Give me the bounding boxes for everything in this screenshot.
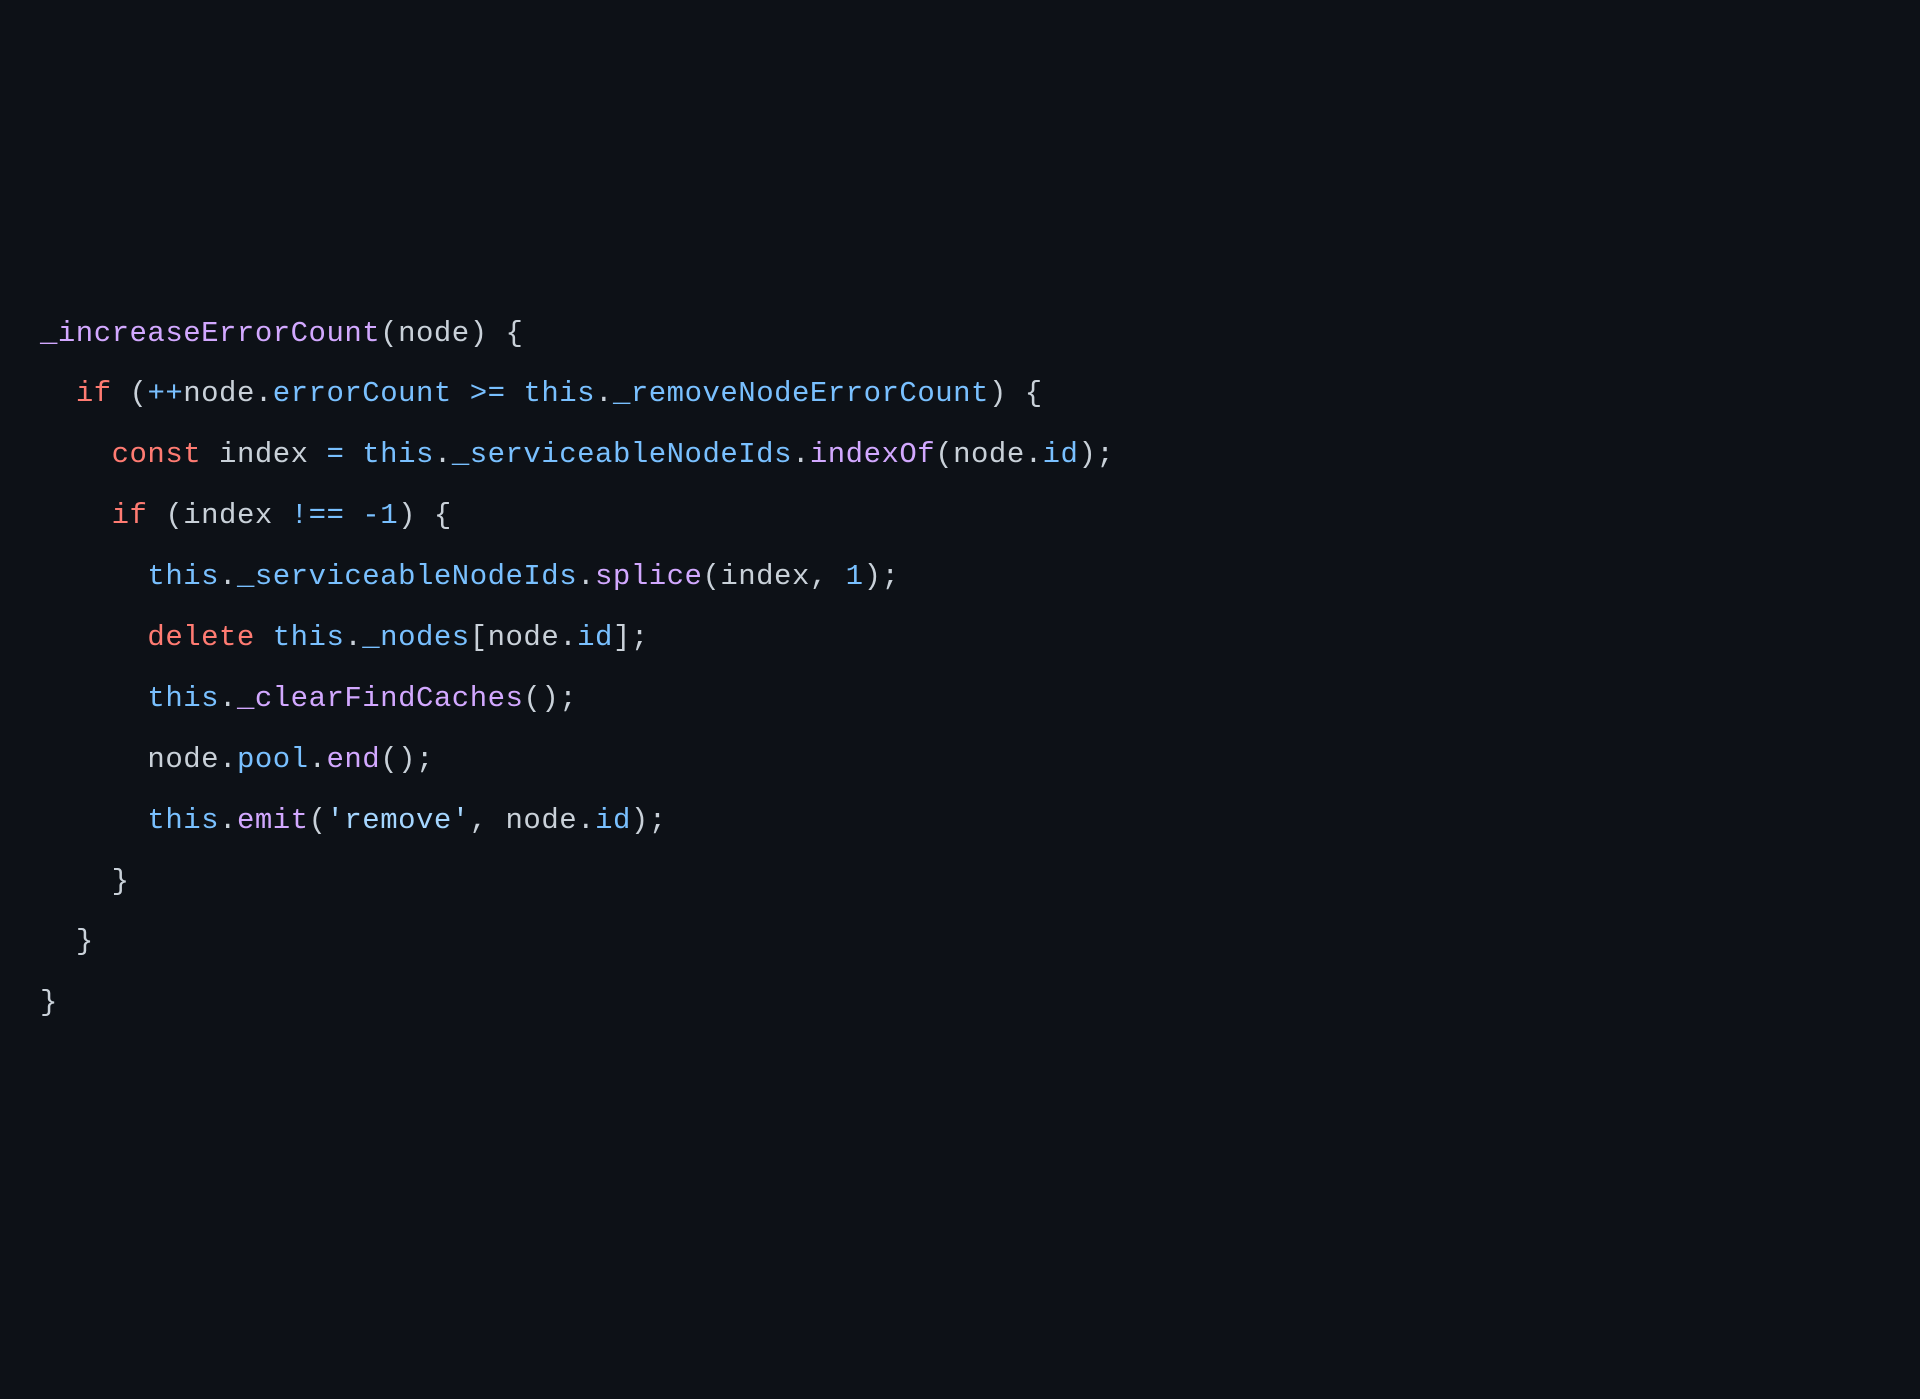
semicolon: ; <box>1096 438 1114 471</box>
paren-close: ) <box>631 804 649 837</box>
dot: . <box>595 377 613 410</box>
method-end: end <box>326 743 380 776</box>
method-emit: emit <box>237 804 309 837</box>
paren-close: ) <box>541 682 559 715</box>
semicolon: ; <box>649 804 667 837</box>
dot: . <box>792 438 810 471</box>
code-line-2: if (++node.errorCount >= this._removeNod… <box>76 377 1043 410</box>
keyword-if: if <box>76 377 112 410</box>
paren-close: ) <box>1078 438 1096 471</box>
ident-index: index <box>720 560 810 593</box>
keyword-if: if <box>112 499 148 532</box>
code-block: _increaseErrorCount(node) { if (++node.e… <box>40 304 1880 1035</box>
dot: . <box>344 621 362 654</box>
paren-open: ( <box>165 499 183 532</box>
property-errorCount: errorCount <box>273 377 452 410</box>
semicolon: ; <box>881 560 899 593</box>
dot: . <box>559 621 577 654</box>
code-line-8: node.pool.end(); <box>147 743 434 776</box>
operator-neg: - <box>362 499 380 532</box>
code-line-6: delete this._nodes[node.id]; <box>147 621 648 654</box>
dot: . <box>309 743 327 776</box>
dot: . <box>577 804 595 837</box>
property-id: id <box>1043 438 1079 471</box>
comma: , <box>810 560 828 593</box>
dot: . <box>577 560 595 593</box>
comma: , <box>470 804 488 837</box>
number-1: 1 <box>380 499 398 532</box>
keyword-this: this <box>147 560 219 593</box>
string-remove: 'remove' <box>326 804 469 837</box>
paren-close: ) <box>989 377 1007 410</box>
dot: . <box>219 743 237 776</box>
dot: . <box>219 560 237 593</box>
code-line-7: this._clearFindCaches(); <box>147 682 577 715</box>
bracket-close: ] <box>613 621 631 654</box>
property-removeNodeErrorCount: _removeNodeErrorCount <box>613 377 989 410</box>
bracket-open: [ <box>470 621 488 654</box>
ident-node: node <box>147 743 219 776</box>
semicolon: ; <box>416 743 434 776</box>
paren-close: ) <box>864 560 882 593</box>
property-id: id <box>577 621 613 654</box>
property-serviceableNodeIds: _serviceableNodeIds <box>237 560 577 593</box>
paren-close: ) <box>398 743 416 776</box>
keyword-this: this <box>273 621 345 654</box>
paren-open: ( <box>523 682 541 715</box>
paren-open: ( <box>380 317 398 350</box>
semicolon: ; <box>631 621 649 654</box>
ident-index: index <box>219 438 309 471</box>
paren-open: ( <box>935 438 953 471</box>
property-id: id <box>595 804 631 837</box>
brace-close: } <box>112 865 130 898</box>
keyword-delete: delete <box>147 621 254 654</box>
dot: . <box>434 438 452 471</box>
keyword-this: this <box>147 804 219 837</box>
dot: . <box>219 682 237 715</box>
code-line-5: this._serviceableNodeIds.splice(index, 1… <box>147 560 899 593</box>
paren-open: ( <box>702 560 720 593</box>
operator-assign: = <box>326 438 344 471</box>
brace-open: { <box>1025 377 1043 410</box>
semicolon: ; <box>559 682 577 715</box>
code-line-3: const index = this._serviceableNodeIds.i… <box>112 438 1115 471</box>
brace-close: } <box>76 925 94 958</box>
method-splice: splice <box>595 560 702 593</box>
function-name: _increaseErrorCount <box>40 317 380 350</box>
property-pool: pool <box>237 743 309 776</box>
ident-node: node <box>488 621 560 654</box>
param-node: node <box>398 317 470 350</box>
ident-node: node <box>506 804 578 837</box>
brace-close: } <box>40 986 58 1019</box>
ident-node: node <box>183 377 255 410</box>
brace-open: { <box>506 317 524 350</box>
method-clearFindCaches: _clearFindCaches <box>237 682 523 715</box>
dot: . <box>219 804 237 837</box>
paren-close: ) <box>398 499 416 532</box>
property-serviceableNodeIds: _serviceableNodeIds <box>452 438 792 471</box>
code-line-4: if (index !== -1) { <box>112 499 452 532</box>
paren-open: ( <box>380 743 398 776</box>
operator-gte: >= <box>470 377 506 410</box>
keyword-this: this <box>147 682 219 715</box>
keyword-this: this <box>362 438 434 471</box>
method-indexOf: indexOf <box>810 438 935 471</box>
code-line-9: this.emit('remove', node.id); <box>147 804 666 837</box>
paren-open: ( <box>130 377 148 410</box>
ident-node: node <box>953 438 1025 471</box>
operator-neq: !== <box>291 499 345 532</box>
keyword-const: const <box>112 438 202 471</box>
keyword-this: this <box>523 377 595 410</box>
brace-open: { <box>434 499 452 532</box>
dot: . <box>255 377 273 410</box>
operator-increment: ++ <box>147 377 183 410</box>
property-nodes: _nodes <box>362 621 469 654</box>
ident-index: index <box>183 499 273 532</box>
dot: . <box>1025 438 1043 471</box>
number-1: 1 <box>846 560 864 593</box>
code-line-1: _increaseErrorCount(node) { <box>40 317 523 350</box>
paren-open: ( <box>309 804 327 837</box>
paren-close: ) <box>470 317 488 350</box>
